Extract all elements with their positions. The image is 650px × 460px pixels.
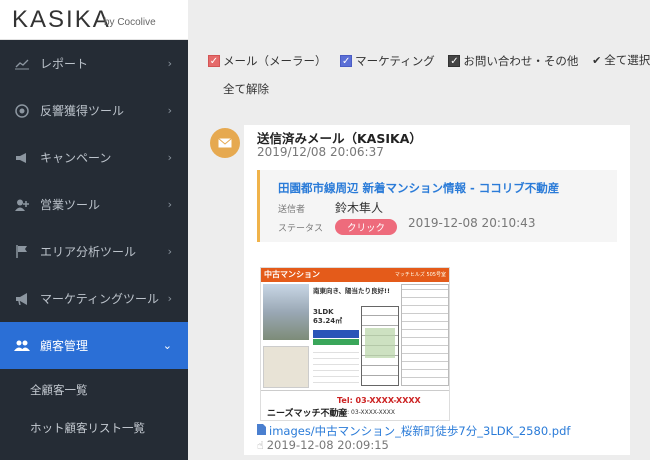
users-icon bbox=[14, 338, 30, 354]
status-time: 2019-12-08 20:10:43 bbox=[408, 216, 536, 230]
sidebar-item-campaign[interactable]: キャンペーン › bbox=[0, 134, 188, 181]
target-icon bbox=[14, 103, 30, 119]
chevron-right-icon: › bbox=[167, 245, 172, 258]
sidebar-item-customers[interactable]: 顧客管理 ⌄ bbox=[0, 322, 188, 369]
status-badge: クリック bbox=[335, 219, 398, 235]
sidebar-item-label: マーケティングツール bbox=[40, 292, 160, 306]
flyer-map bbox=[263, 346, 309, 388]
pointer-hand-icon: ☝ bbox=[257, 438, 264, 452]
flyer-feature-list bbox=[313, 348, 359, 388]
chevron-right-icon: › bbox=[167, 151, 172, 164]
sender-value: 鈴木隼人 bbox=[335, 201, 384, 215]
timeline-mail-icon bbox=[210, 128, 240, 158]
flyer-layout: 3LDK 63.24㎡ bbox=[313, 308, 342, 326]
flyer-header-title: 中古マンション bbox=[264, 270, 320, 279]
check-icon: ✓ bbox=[448, 55, 461, 67]
attachment-link[interactable]: images/中古マンション_桜新町徒歩7分_3LDK_2580.pdf bbox=[257, 423, 570, 439]
attachment-filename: images/中古マンション_桜新町徒歩7分_3LDK_2580.pdf bbox=[269, 424, 571, 438]
filter-inquiry-checkbox[interactable]: ✓ お問い合わせ・その他 bbox=[448, 53, 578, 69]
check-icon: ✔ bbox=[592, 53, 602, 67]
sidebar-subitem-all-customers[interactable]: 全顧客一覧 bbox=[30, 382, 88, 398]
filter-mail-label: メール（メーラー） bbox=[223, 54, 327, 68]
select-all-button[interactable]: ✔ 全て選択 bbox=[592, 52, 650, 68]
building-photo bbox=[263, 284, 309, 340]
megaphone-icon bbox=[14, 150, 30, 166]
sidebar-item-marketing-tools[interactable]: マーケティングツール › bbox=[0, 275, 188, 322]
sidebar-item-area-analysis[interactable]: エリア分析ツール › bbox=[0, 228, 188, 275]
flyer-tel: Tel: 03-XXXX-XXXX bbox=[337, 396, 421, 405]
flyer-price-bar bbox=[313, 330, 359, 338]
sidebar-item-label: 営業ツール bbox=[40, 198, 101, 212]
chart-icon bbox=[14, 56, 30, 72]
deselect-all-button[interactable]: 全て解除 bbox=[208, 81, 269, 97]
sidebar-item-report[interactable]: レポート › bbox=[0, 40, 188, 87]
sidebar-item-label: レポート bbox=[40, 57, 89, 71]
timeline-card: 送信済みメール（KASIKA） 2019/12/08 20:06:37 田園都市… bbox=[244, 125, 630, 455]
timeline-card-date: 2019/12/08 20:06:37 bbox=[257, 145, 384, 159]
deselect-all-label: 全て解除 bbox=[223, 82, 269, 96]
sidebar-item-label: エリア分析ツール bbox=[40, 245, 137, 259]
filter-mail-checkbox[interactable]: ✓ メール（メーラー） bbox=[208, 53, 327, 69]
flyer-header-sub: マッチヒルズ 505号室 bbox=[394, 272, 446, 278]
flyer-spec-table bbox=[401, 284, 449, 386]
sidebar-item-response-tools[interactable]: 反響獲得ツール › bbox=[0, 87, 188, 134]
sidebar-item-sales-tools[interactable]: 営業ツール › bbox=[0, 181, 188, 228]
check-icon: ✓ bbox=[208, 55, 220, 67]
app-logo[interactable]: KASIKA bbox=[12, 6, 111, 34]
bullhorn-icon bbox=[14, 291, 30, 307]
flyer-reform-bar bbox=[313, 339, 359, 345]
filter-inquiry-label: お問い合わせ・その他 bbox=[463, 54, 579, 68]
flag-icon bbox=[14, 244, 30, 260]
attachment-time-value: 2019-12-08 20:09:15 bbox=[266, 438, 389, 452]
logo-bar: KASIKA by Cocolive bbox=[0, 0, 188, 40]
chevron-right-icon: › bbox=[167, 57, 172, 70]
user-plus-icon bbox=[14, 197, 30, 213]
flyer-thumbnail[interactable]: 中古マンション マッチヒルズ 505号室 南東向き、陽当たり良好!! 3LDK … bbox=[260, 267, 450, 421]
chevron-right-icon: › bbox=[167, 104, 172, 117]
sidebar-item-label: キャンペーン bbox=[40, 151, 112, 165]
sidebar: レポート › 反響獲得ツール › キャンペーン › 営業ツール › エリア分析ツ… bbox=[0, 40, 188, 460]
select-all-label: 全て選択 bbox=[604, 53, 650, 67]
mail-subject-link[interactable]: 田園都市線周辺 新着マンション情報 - ココリブ不動産 bbox=[278, 180, 559, 196]
flyer-area: 63.24㎡ bbox=[313, 317, 343, 325]
chevron-down-icon: ⌄ bbox=[162, 339, 172, 352]
flyer-fax: Fax: 03-XXXX-XXXX bbox=[337, 409, 396, 416]
sidebar-item-label: 顧客管理 bbox=[40, 339, 89, 353]
chevron-right-icon: › bbox=[167, 198, 172, 211]
sidebar-subitem-hot-customers[interactable]: ホット顧客リスト一覧 bbox=[30, 420, 145, 436]
flyer-company: ニーズマッチ不動産 bbox=[267, 409, 348, 419]
filter-marketing-label: マーケティング bbox=[355, 54, 435, 68]
mail-summary: 田園都市線周辺 新着マンション情報 - ココリブ不動産 送信者 鈴木隼人 ステー… bbox=[257, 170, 617, 242]
flyer-floorplan-room bbox=[365, 328, 395, 358]
sidebar-item-label: 反響獲得ツール bbox=[40, 104, 125, 118]
status-label: ステータス bbox=[278, 224, 324, 234]
sender-label: 送信者 bbox=[278, 205, 306, 215]
file-icon bbox=[257, 424, 266, 438]
app-logo-sub: by Cocolive bbox=[104, 17, 156, 28]
filter-marketing-checkbox[interactable]: ✓ マーケティング bbox=[340, 53, 435, 69]
flyer-catchphrase: 南東向き、陽当たり良好!! bbox=[313, 287, 390, 295]
check-icon: ✓ bbox=[340, 55, 353, 67]
chevron-right-icon: › bbox=[167, 292, 172, 305]
flyer-layout-type: 3LDK bbox=[313, 308, 334, 316]
attachment-time: ☝ 2019-12-08 20:09:15 bbox=[257, 438, 389, 452]
